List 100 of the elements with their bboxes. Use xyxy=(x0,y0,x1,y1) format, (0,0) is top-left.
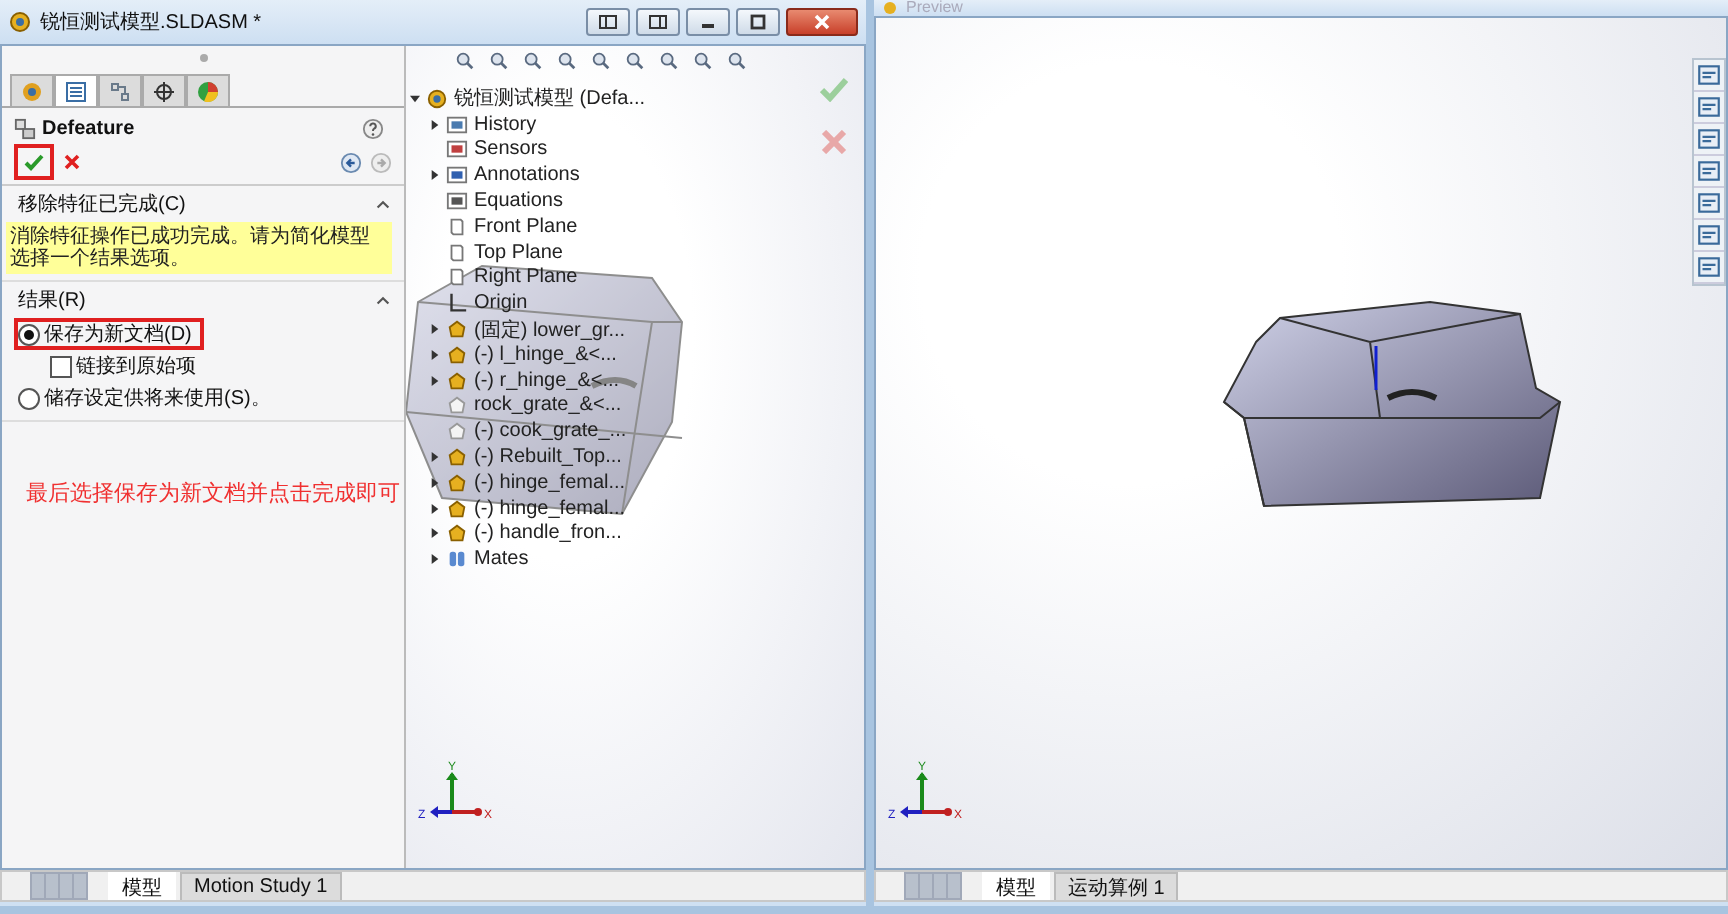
panel-left-icon xyxy=(598,14,618,30)
annotation-text: 最后选择保存为新文档并点击完成即可 xyxy=(24,479,402,508)
task-pane-icon[interactable] xyxy=(1694,156,1724,188)
task-pane-icon[interactable] xyxy=(1694,252,1724,284)
expand-arrow-icon[interactable] xyxy=(430,477,440,488)
view-tool-icon[interactable] xyxy=(488,50,510,72)
tree-item[interactable]: (-) hinge_femal... xyxy=(474,497,626,520)
close-icon xyxy=(62,152,82,172)
bottom-tab[interactable]: Motion Study 1 xyxy=(180,872,342,900)
part-icon xyxy=(446,394,468,417)
close-icon xyxy=(812,14,832,30)
part-icon xyxy=(446,343,468,366)
tree-item[interactable]: (-) handle_fron... xyxy=(474,522,622,545)
expand-arrow-icon[interactable] xyxy=(430,170,440,181)
bottom-tab[interactable]: 模型 xyxy=(108,872,176,900)
expand-arrow-icon[interactable] xyxy=(430,452,440,463)
caret-icon[interactable] xyxy=(374,294,392,306)
view-tool-icon[interactable] xyxy=(522,50,544,72)
view-tool-icon[interactable] xyxy=(692,50,714,72)
confirm-check-icon[interactable] xyxy=(820,78,848,102)
option-label: 保存为新文档(D) xyxy=(44,321,192,348)
radio-option[interactable]: 储存设定供将来使用(S)。 xyxy=(14,382,283,414)
expand-arrow-icon[interactable] xyxy=(430,503,440,514)
task-pane-icon[interactable] xyxy=(1694,60,1724,92)
crosshair-icon xyxy=(152,79,176,103)
window-title: 锐恒测试模型.SLDASM * xyxy=(40,9,262,36)
tree-item[interactable]: Annotations xyxy=(474,164,580,187)
ok-button[interactable] xyxy=(14,144,54,180)
view-tool-icon[interactable] xyxy=(556,50,578,72)
view-tool-icon[interactable] xyxy=(624,50,646,72)
maximize-button[interactable] xyxy=(736,8,780,36)
tree-item[interactable]: (-) cook_grate_... xyxy=(474,420,627,443)
part-icon xyxy=(446,420,468,443)
list-icon xyxy=(64,79,88,103)
tree-item[interactable]: (-) r_hinge_&<... xyxy=(474,369,620,392)
tree-item[interactable]: Top Plane xyxy=(474,241,563,264)
axis-triad-drawing xyxy=(430,772,482,818)
expand-arrow-icon[interactable] xyxy=(430,554,440,565)
radio-button[interactable] xyxy=(18,387,40,409)
radio-option[interactable]: 保存为新文档(D) xyxy=(14,318,204,350)
back-icon[interactable] xyxy=(340,151,362,173)
task-pane-icon[interactable] xyxy=(1694,188,1724,220)
pie-icon xyxy=(196,79,220,103)
section-title: 移除特征已完成(C) xyxy=(18,191,186,218)
axis-triad-drawing xyxy=(900,772,952,818)
expand-arrow-icon[interactable] xyxy=(430,119,440,130)
close-button[interactable] xyxy=(786,8,858,36)
plane-icon xyxy=(446,241,468,264)
task-pane-icon[interactable] xyxy=(1694,92,1724,124)
tree-item[interactable]: Front Plane xyxy=(474,215,578,238)
panel-tab[interactable] xyxy=(54,74,98,106)
check-icon xyxy=(22,150,46,174)
minimize-button[interactable] xyxy=(686,8,730,36)
view-tool-icon[interactable] xyxy=(454,50,476,72)
tree-item[interactable]: rock_grate_&<... xyxy=(474,394,622,417)
view-tool-icon[interactable] xyxy=(726,50,748,72)
radio-button[interactable] xyxy=(18,323,40,345)
bottom-tab[interactable]: 模型 xyxy=(982,872,1050,900)
origin-icon xyxy=(446,292,468,315)
tree-item[interactable]: Sensors xyxy=(474,138,548,161)
bottom-tab[interactable]: 运动算例 1 xyxy=(1054,872,1179,900)
expand-arrow-icon[interactable] xyxy=(430,324,440,335)
part-icon xyxy=(446,369,468,392)
expand-arrow-icon[interactable] xyxy=(430,349,440,360)
mates-icon xyxy=(446,548,468,571)
part-icon xyxy=(446,522,468,545)
checkbox[interactable] xyxy=(50,355,72,377)
expand-arrow-icon[interactable] xyxy=(430,528,440,539)
tree-item[interactable]: (固定) lower_gr... xyxy=(474,315,626,344)
tree-item[interactable]: Origin xyxy=(474,292,528,315)
tree-item[interactable]: 锐恒测试模型 (Defa... xyxy=(454,84,646,113)
tree-item[interactable]: (-) hinge_femal... xyxy=(474,471,626,494)
checkbox-option[interactable]: 链接到原始项 xyxy=(14,350,208,382)
tile-right-button[interactable] xyxy=(636,8,680,36)
task-pane-icon[interactable] xyxy=(1694,220,1724,252)
tree-item[interactable]: (-) l_hinge_&<... xyxy=(474,343,617,366)
defeature-icon xyxy=(14,118,36,140)
option-label: 链接到原始项 xyxy=(76,353,196,380)
tile-left-button[interactable] xyxy=(586,8,630,36)
window-title: Preview xyxy=(906,0,963,16)
view-tool-icon[interactable] xyxy=(658,50,680,72)
grip-icon[interactable] xyxy=(197,52,209,64)
tree-item[interactable]: (-) Rebuilt_Top... xyxy=(474,446,622,469)
panel-tab[interactable] xyxy=(142,74,186,106)
tree-item[interactable]: History xyxy=(474,113,537,136)
view-tool-icon[interactable] xyxy=(590,50,612,72)
tree-item[interactable]: Right Plane xyxy=(474,266,578,289)
plane-icon xyxy=(446,215,468,238)
task-pane-icon[interactable] xyxy=(1694,124,1724,156)
part-icon xyxy=(446,446,468,469)
tree-item[interactable]: Equations xyxy=(474,190,563,213)
panel-title: Defeature xyxy=(42,118,135,140)
caret-icon[interactable] xyxy=(374,198,392,210)
status-message: 消除特征操作已成功完成。请为简化模型选择一个结果选项。 xyxy=(6,222,392,274)
collapse-arrow-icon[interactable] xyxy=(410,93,420,104)
expand-arrow-icon[interactable] xyxy=(430,375,440,386)
cancel-button[interactable] xyxy=(62,152,82,172)
part-icon xyxy=(446,318,468,341)
help-icon[interactable] xyxy=(362,118,384,140)
tree-item[interactable]: Mates xyxy=(474,548,529,571)
